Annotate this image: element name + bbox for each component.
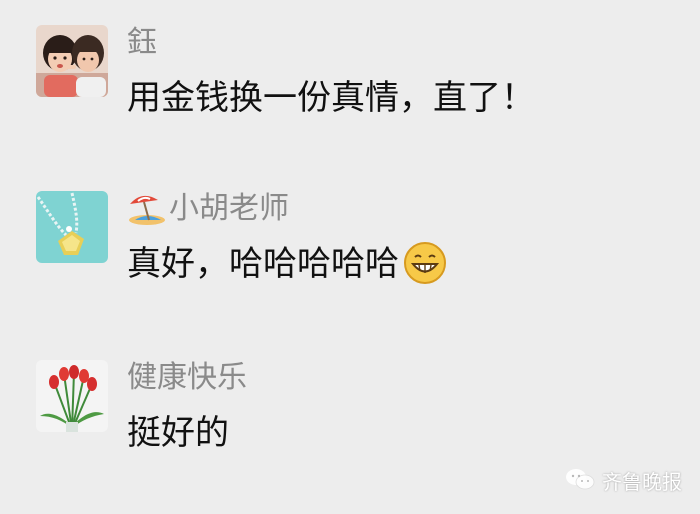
diamond-necklace-avatar <box>36 191 108 263</box>
chat-message: 健康快乐 挺好的 <box>36 360 676 470</box>
message-text: 用金钱换一份真情，直了！ <box>127 78 535 118</box>
grinning-face-icon <box>403 241 447 285</box>
sender-name: 鈺 <box>127 25 157 60</box>
two-girls-photo-avatar <box>36 25 108 97</box>
sender-name-label: 小胡老师 <box>169 191 289 226</box>
watermark-text: 齐鲁晚报 <box>602 469 682 494</box>
message-text: 真好，哈哈哈哈哈 <box>127 241 447 287</box>
beach-umbrella-icon <box>127 190 167 226</box>
message-text-content: 真好，哈哈哈哈哈 <box>127 244 399 284</box>
chat-message: 鈺 用金钱换一份真情，直了！ <box>36 25 676 135</box>
chat-message: 小胡老师 真好，哈哈哈哈哈 <box>36 191 676 301</box>
sender-avatar[interactable] <box>36 360 108 432</box>
sender-name: 健康快乐 <box>127 360 247 395</box>
chat-message-list: 鈺 用金钱换一份真情，直了！ 小胡老师 真好，哈哈哈哈哈 健康快乐 挺好的 齐鲁… <box>0 0 700 514</box>
sender-name: 小胡老师 <box>127 191 289 227</box>
watermark: 齐鲁晚报 <box>564 464 682 496</box>
message-text: 挺好的 <box>127 413 229 453</box>
red-tulips-avatar <box>36 360 108 432</box>
wechat-logo-icon <box>566 469 595 490</box>
sender-avatar[interactable] <box>36 25 108 97</box>
sender-avatar[interactable] <box>36 191 108 263</box>
